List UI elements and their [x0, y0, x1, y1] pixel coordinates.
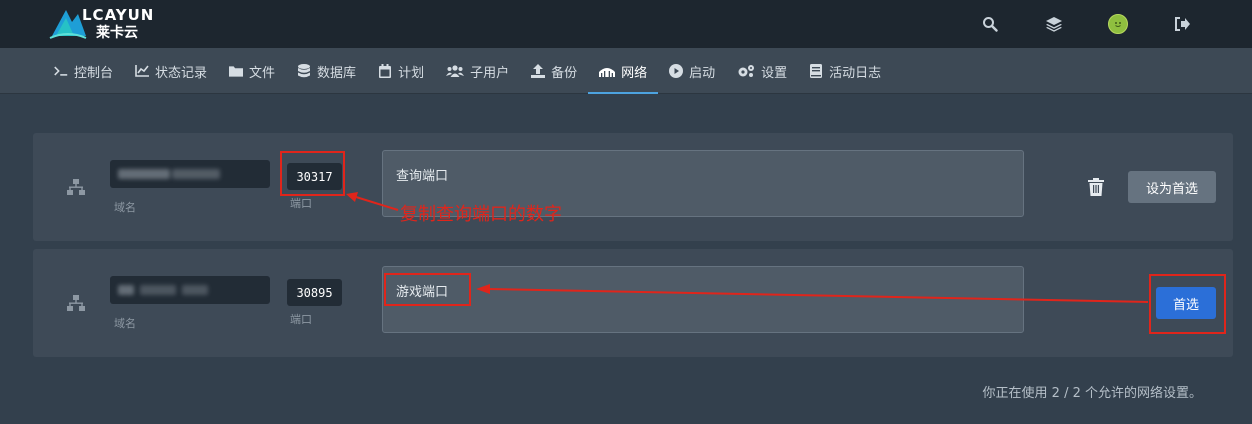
port-label: 端口 [290, 313, 312, 326]
logout-button[interactable] [1150, 10, 1214, 38]
tab-subusers[interactable]: 子用户 [435, 48, 520, 94]
tab-schedules[interactable]: 计划 [367, 48, 435, 94]
search-icon [983, 17, 998, 32]
tab-label: 活动日志 [829, 65, 882, 81]
domain-label: 域名 [114, 201, 136, 214]
tab-label: 备份 [551, 65, 578, 81]
tab-settings[interactable]: 设置 [726, 48, 798, 94]
allocation-usage-text: 你正在使用 2 / 2 个允许的网络设置。 [982, 386, 1202, 401]
tab-label: 网络 [621, 65, 648, 81]
network-wired-icon [67, 179, 85, 195]
domain-value[interactable] [110, 160, 270, 188]
calendar-icon [378, 64, 392, 78]
account-button[interactable] [1086, 10, 1150, 38]
annotation-port-highlight [280, 151, 345, 196]
upload-icon [531, 64, 546, 78]
domain-value[interactable] [110, 276, 270, 304]
tab-files[interactable]: 文件 [218, 48, 286, 94]
tab-label: 控制台 [74, 65, 114, 81]
annotation-primary-highlight [1149, 274, 1226, 334]
trash-icon[interactable] [1088, 178, 1104, 196]
notes-field[interactable]: 游戏端口 [382, 266, 1024, 333]
terminal-icon [54, 64, 68, 78]
annotation-notes-highlight [384, 273, 471, 306]
annotation-text: 复制查询端口的数字 [400, 204, 562, 225]
logout-icon [1175, 17, 1190, 31]
tab-label: 数据库 [317, 65, 357, 81]
tab-label: 启动 [689, 65, 716, 81]
make-primary-button[interactable]: 设为首选 [1128, 171, 1216, 203]
redacted-text [172, 169, 220, 179]
tab-label: 文件 [249, 65, 276, 81]
allocation-row: 域名 30317 端口 查询端口 设为首选 [33, 133, 1233, 241]
search-button[interactable] [958, 10, 1022, 38]
tab-label: 状态记录 [155, 65, 208, 81]
users-icon [446, 64, 465, 78]
network-icon [599, 64, 616, 78]
book-icon [809, 64, 823, 78]
tab-startup[interactable]: 启动 [658, 48, 726, 94]
tab-stats[interactable]: 状态记录 [124, 48, 218, 94]
redacted-text [118, 169, 170, 179]
redacted-text [182, 285, 208, 295]
avatar [1108, 14, 1128, 34]
tab-databases[interactable]: 数据库 [286, 48, 367, 94]
top-bar: LCAYUN 莱卡云 [0, 0, 1252, 48]
play-icon [669, 64, 684, 78]
allocation-row: 域名 30895 端口 游戏端口 首选 [33, 249, 1233, 357]
tab-console[interactable]: 控制台 [43, 48, 124, 94]
tab-label: 子用户 [470, 65, 510, 81]
database-icon [297, 64, 311, 78]
tab-network[interactable]: 网络 [588, 48, 659, 94]
port-value[interactable]: 30895 [287, 279, 342, 306]
tab-label: 设置 [761, 65, 788, 81]
logo-chinese-name: 莱卡云 [96, 25, 138, 41]
chart-icon [135, 64, 150, 78]
tab-backups[interactable]: 备份 [520, 48, 588, 94]
gears-icon [737, 64, 755, 78]
layers-icon [1046, 17, 1062, 32]
redacted-text [118, 285, 134, 295]
server-list-button[interactable] [1022, 10, 1086, 38]
server-nav: 控制台 状态记录 文件 数据库 计划 子用户 备份 网络 启动 设置 活动日志 [0, 48, 1252, 94]
brand-logo[interactable]: LCAYUN 莱卡云 [48, 4, 188, 44]
network-wired-icon [67, 295, 85, 311]
port-label: 端口 [290, 197, 312, 210]
tab-label: 计划 [398, 65, 425, 81]
tab-activity[interactable]: 活动日志 [798, 48, 892, 94]
folder-icon [229, 64, 244, 78]
domain-label: 域名 [114, 317, 136, 330]
redacted-text [140, 285, 176, 295]
